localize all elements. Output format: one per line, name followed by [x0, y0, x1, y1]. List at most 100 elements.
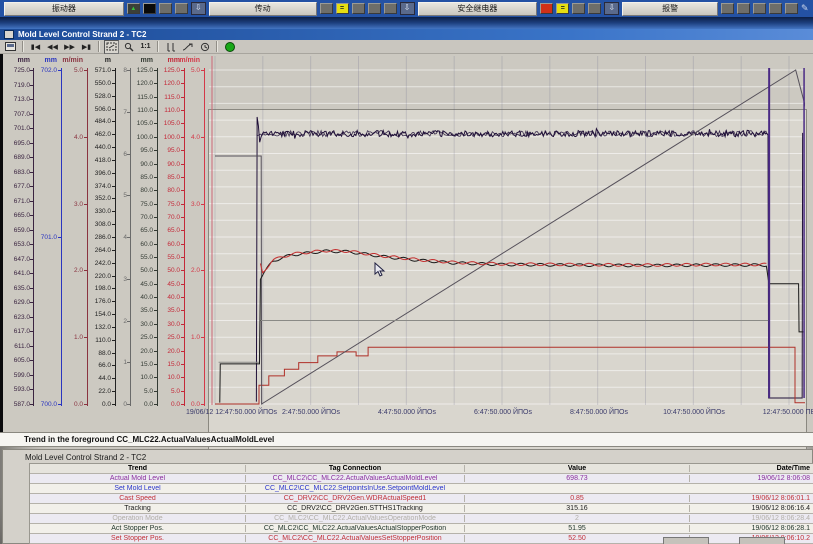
axis-tick-label: 418.0 — [85, 157, 111, 164]
axis-tick-label: 8 — [101, 67, 127, 74]
hmi-indicator-yellow[interactable]: = — [556, 3, 569, 14]
axis-tick-label: 701.0 — [31, 234, 57, 241]
axis-tick-label: 176.0 — [85, 298, 111, 305]
nav-last-button[interactable]: ▶▮ — [79, 40, 94, 54]
legend-panel: Mold Level Control Strand 2 - TC2 TrendT… — [2, 449, 813, 544]
magnifier-button[interactable] — [121, 40, 136, 54]
status-led-icon — [225, 42, 235, 52]
axis-line — [184, 68, 185, 406]
page-down-arrow-icon[interactable]: ⇩ — [400, 2, 415, 15]
legend-row[interactable]: Act Stopper Pos.CC_MLC2\CC_MLC22.ActualV… — [30, 524, 813, 534]
hmi-indicator-gray[interactable] — [368, 3, 381, 14]
zoom-area-button[interactable] — [104, 40, 119, 54]
axis-tick-label: 25.0 — [127, 334, 153, 341]
trend-name-cell: Cast Speed — [30, 495, 245, 502]
axis-tick-label: 125.0 — [127, 67, 153, 74]
axis-tick-label: 105.0 — [154, 120, 180, 127]
axis-tick-label: 695.0 — [4, 140, 30, 147]
hmi-indicator-gray[interactable] — [785, 3, 798, 14]
axis-tick-label: 44.0 — [85, 375, 111, 382]
hmi-indicator-gray[interactable] — [320, 3, 333, 14]
hmi-indicator-gray[interactable] — [721, 3, 734, 14]
legend-row[interactable]: Cast SpeedCC_DRV2\CC_DRV2Gen.WDRActualSp… — [30, 494, 813, 504]
trend-name-cell: Set Stopper Pos. — [30, 535, 245, 542]
time-axis-label: 10:47:50.000 ЙПОs — [663, 409, 725, 416]
time-axis-label: 4:47:50.000 ЙПОs — [378, 409, 436, 416]
hmi-indicator-gray[interactable] — [384, 3, 397, 14]
trend-name-cell: Tracking — [30, 505, 245, 512]
hmi-button[interactable]: 传动 — [209, 2, 317, 16]
curve-icon — [182, 42, 193, 52]
axis-tick-label: 308.0 — [85, 221, 111, 228]
axis-tick-label: 70.0 — [127, 214, 153, 221]
hmi-indicator-darkgreen[interactable]: ▲ — [127, 3, 140, 14]
axis-tick-label: 5.0 — [174, 67, 200, 74]
page-down-arrow-icon[interactable]: ⇩ — [604, 2, 619, 15]
status-text: Trend in the foreground CC_MLC22.ActualV… — [24, 435, 274, 444]
hmi-indicator-gray[interactable] — [352, 3, 365, 14]
page-down-arrow-icon[interactable]: ⇩ — [191, 2, 206, 15]
axis-tick-label: 55.0 — [154, 254, 180, 261]
axis-tick-label: 132.0 — [85, 324, 111, 331]
axis-tick-label: 665.0 — [4, 212, 30, 219]
axis-tick-label: 120.0 — [127, 80, 153, 87]
hmi-indicator-gray[interactable] — [572, 3, 585, 14]
hmi-indicator-gray[interactable] — [588, 3, 601, 14]
axis-tick-label: 60.0 — [127, 241, 153, 248]
axis-tick-label: 4.0 — [57, 134, 83, 141]
axis-tick-label: 550.0 — [85, 80, 111, 87]
panel-button[interactable] — [663, 537, 709, 544]
nav-first-button[interactable]: ▮◀ — [28, 40, 43, 54]
edit-pencil-icon[interactable]: ✎ — [801, 3, 813, 14]
legend-row[interactable]: Actual Mold LevelCC_MLC2\CC_MLC22.Actual… — [30, 474, 813, 484]
axis-tick-label: 65.0 — [154, 227, 180, 234]
display-options-button[interactable] — [3, 40, 18, 54]
tag-connection-cell: CC_MLC2\CC_MLC22.ActualValuesOperationMo… — [245, 515, 464, 522]
axis-tick-label: 605.0 — [4, 357, 30, 364]
value-cell: 0.85 — [464, 495, 689, 502]
axis-tick-label: 7 — [101, 109, 127, 116]
legend-header-cell: Trend — [30, 465, 245, 472]
legend-row[interactable]: Operation ModeCC_MLC2\CC_MLC22.ActualVal… — [30, 514, 813, 524]
axis-tick-label: 120.0 — [154, 80, 180, 87]
value-cell: 315.16 — [464, 505, 689, 512]
nav-prev-button[interactable]: ◀◀ — [45, 40, 60, 54]
axis-tick-label: 683.0 — [4, 169, 30, 176]
one-to-one-button[interactable]: 1:1 — [138, 40, 153, 54]
hmi-button[interactable]: 安全继电器 — [418, 2, 538, 16]
panel-button[interactable] — [739, 537, 785, 544]
axis-tick-label: 115.0 — [154, 94, 180, 101]
hmi-indicator-black[interactable] — [143, 3, 156, 14]
datetime-cell: 19/06/12 8:06:28.1 — [689, 525, 811, 532]
hmi-button[interactable]: 振动器 — [4, 2, 124, 16]
curve-select-button[interactable] — [180, 40, 195, 54]
hmi-indicator-gray[interactable] — [769, 3, 782, 14]
toolbar-separator — [22, 41, 24, 52]
hmi-indicator-red[interactable] — [540, 3, 553, 14]
online-status-button[interactable] — [222, 40, 237, 54]
axis-tick-label: 647.0 — [4, 256, 30, 263]
hmi-indicator-gray[interactable] — [175, 3, 188, 14]
axis-tick-label: 4 — [101, 234, 127, 241]
axis-tick-label: 593.0 — [4, 386, 30, 393]
hmi-button[interactable]: 报警 — [622, 2, 718, 16]
hmi-indicator-gray[interactable] — [753, 3, 766, 14]
hmi-indicator-gray[interactable] — [159, 3, 172, 14]
axis-unit-label: mm — [141, 57, 153, 64]
nav-next-button[interactable]: ▶▶ — [62, 40, 77, 54]
toolbar-separator — [157, 41, 159, 52]
window-title-bar[interactable]: Mold Level Control Strand 2 - TC2 — [0, 29, 813, 40]
time-range-button[interactable] — [197, 40, 212, 54]
legend-header-cell: Tag Connection — [245, 465, 464, 472]
hmi-indicator-gray[interactable] — [737, 3, 750, 14]
legend-row[interactable]: TrackingCC_DRV2\CC_DRV2Gen.STTHS1Trackin… — [30, 504, 813, 514]
axis-tick-label: 5.0 — [127, 388, 153, 395]
axis-tick-label: 3.0 — [57, 201, 83, 208]
ruler-icon — [165, 42, 176, 52]
legend-row[interactable]: Set Mold LevelCC_MLC2\CC_MLC22.Setpoints… — [30, 484, 813, 494]
hmi-indicator-yellow[interactable]: = — [336, 3, 349, 14]
axis-tick-label: 90.0 — [154, 161, 180, 168]
axis-tick-label: 1.0 — [57, 334, 83, 341]
ruler-button[interactable] — [163, 40, 178, 54]
axis-tick-label: 15.0 — [154, 361, 180, 368]
